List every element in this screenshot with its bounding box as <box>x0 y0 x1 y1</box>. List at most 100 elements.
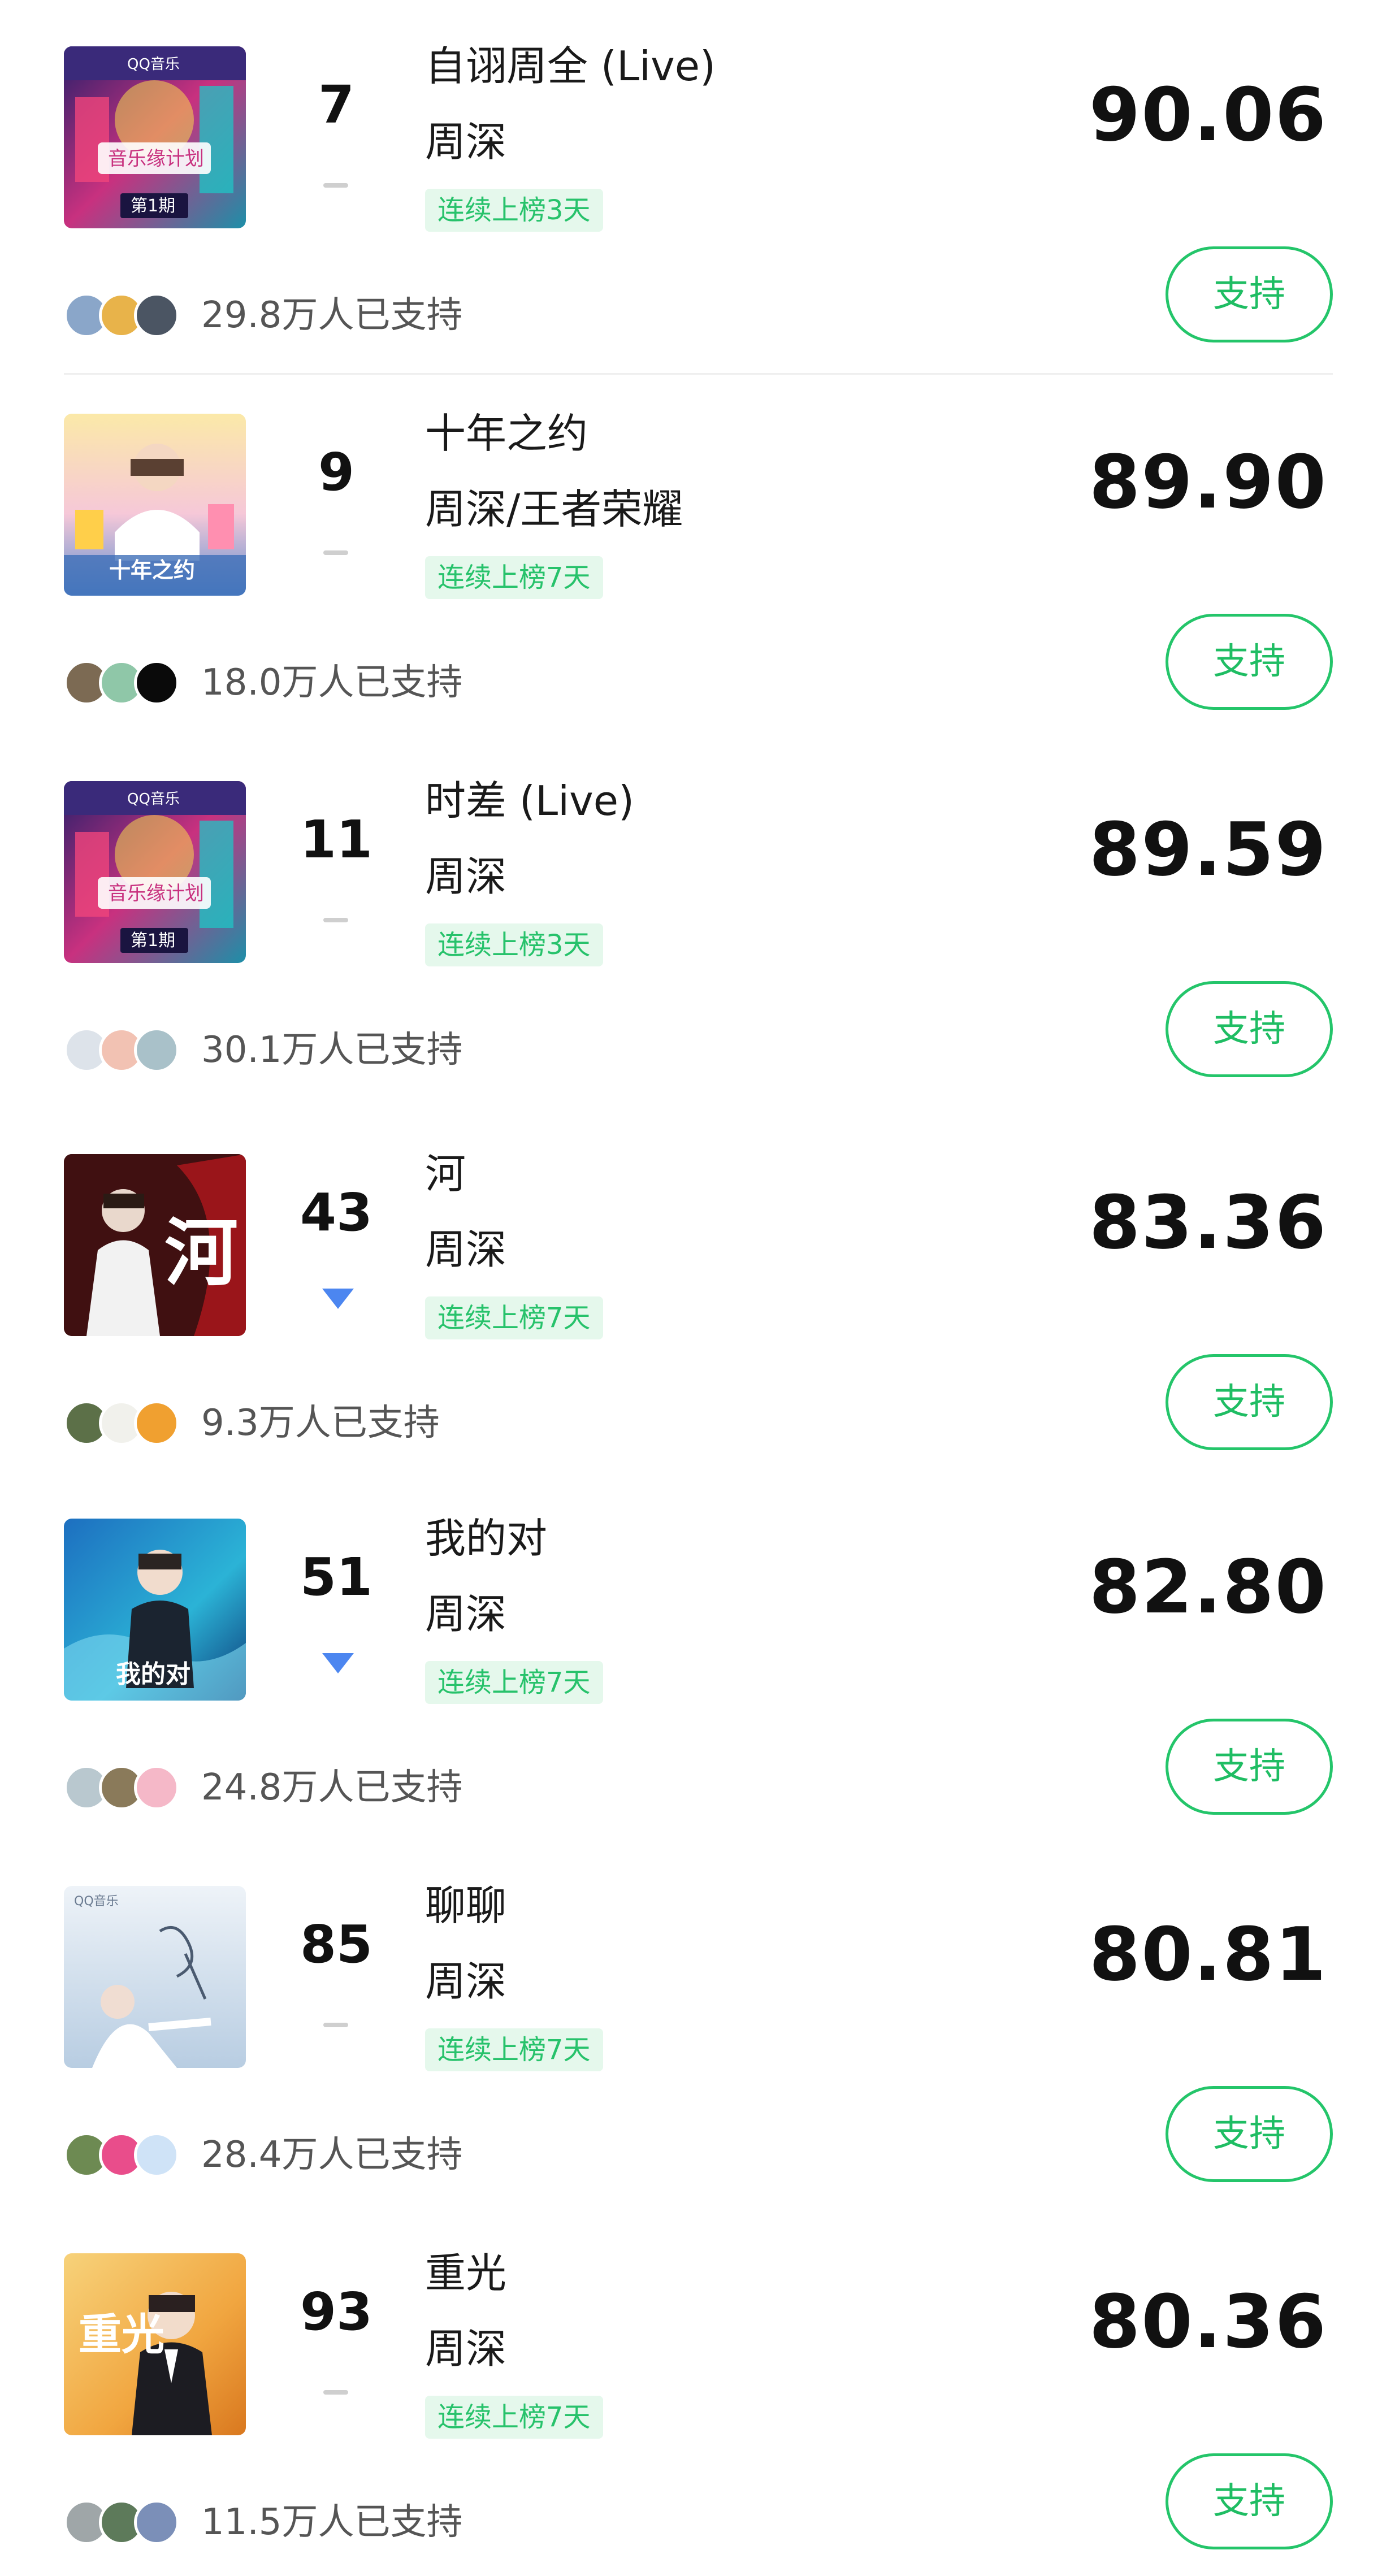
support-button[interactable]: 支持 <box>1166 614 1333 710</box>
supporter-count: 28.4万人已支持 <box>201 2134 463 2176</box>
golden-suit-portrait-cover-art: 重光 <box>64 2253 246 2435</box>
chart-streak-badge: 连续上榜7天 <box>425 1661 603 1704</box>
artist-name[interactable]: 周深/王者荣耀 <box>425 487 683 532</box>
supporter-avatars <box>64 1400 200 1446</box>
avatar <box>134 2132 179 2178</box>
song-title[interactable]: 十年之约 <box>425 411 588 456</box>
rank-number: 7 <box>318 75 354 135</box>
supporter-avatars <box>64 2500 200 2545</box>
score-value: 82.80 <box>1089 1544 1327 1630</box>
rank-number: 43 <box>300 1182 373 1243</box>
rank-unchanged-icon <box>322 2388 350 2405</box>
supporter-count: 24.8万人已支持 <box>201 1767 463 1809</box>
rank-number: 9 <box>318 442 354 502</box>
support-button[interactable]: 支持 <box>1166 246 1333 342</box>
song-title[interactable]: 聊聊 <box>425 1883 506 1928</box>
rank-unchanged-icon <box>322 548 350 565</box>
support-button[interactable]: 支持 <box>1166 1354 1333 1450</box>
chart-streak-badge: 连续上榜7天 <box>425 1296 603 1339</box>
cover-title-text: 音乐缘计划 <box>108 882 204 905</box>
song-title[interactable]: 河 <box>425 1151 466 1196</box>
song-entry[interactable]: QQ音乐 音乐缘计划 第1期 7 自诩周全 (Live) 周深 连续上榜3天 9… <box>0 0 1395 375</box>
song-entry[interactable]: 十年之约 9 十年之约 周深/王者荣耀 连续上榜7天 89.90 18.0万人已… <box>0 367 1395 735</box>
album-cover[interactable]: QQ音乐 <box>64 1886 246 2068</box>
variety-show-stage-cover-art: QQ音乐 音乐缘计划 第1期 <box>64 781 246 963</box>
supporter-count: 9.3万人已支持 <box>201 1402 440 1444</box>
score-value: 80.36 <box>1089 2279 1327 2365</box>
supporter-count: 29.8万人已支持 <box>201 294 463 336</box>
cover-logo-text: QQ音乐 <box>127 56 180 73</box>
artist-name[interactable]: 周深 <box>425 854 506 899</box>
ten-year-promise-cover-art: 十年之约 <box>64 414 246 596</box>
chart-streak-badge: 连续上榜7天 <box>425 2028 603 2071</box>
supporter-count: 11.5万人已支持 <box>201 2501 463 2543</box>
album-cover[interactable]: QQ音乐 音乐缘计划 第1期 <box>64 46 246 228</box>
song-chart-list: QQ音乐 音乐缘计划 第1期 7 自诩周全 (Live) 周深 连续上榜3天 9… <box>0 0 1395 2576</box>
song-title[interactable]: 重光 <box>425 2250 506 2296</box>
supporter-avatars <box>64 660 200 705</box>
avatar <box>134 1400 179 1446</box>
river-dark-red-cover-art: 河 <box>64 1154 246 1336</box>
album-cover[interactable]: 十年之约 <box>64 414 246 596</box>
rank-unchanged-icon <box>322 181 350 198</box>
avatar <box>134 1027 179 1073</box>
song-entry[interactable]: QQ音乐 85 聊聊 周深 连续上榜7天 80.81 28.4万人已支持 支持 <box>0 1840 1395 2207</box>
chart-streak-badge: 连续上榜3天 <box>425 923 603 966</box>
song-entry[interactable]: QQ音乐 音乐缘计划 第1期 11 时差 (Live) 周深 连续上榜3天 89… <box>0 735 1395 1102</box>
song-title[interactable]: 时差 (Live) <box>425 778 634 823</box>
album-cover[interactable]: 重光 <box>64 2253 246 2435</box>
artist-name[interactable]: 周深 <box>425 2326 506 2371</box>
rank-number: 51 <box>300 1547 373 1607</box>
artist-name[interactable]: 周深 <box>425 1591 506 1637</box>
artist-name[interactable]: 周深 <box>425 1227 506 1272</box>
album-cover[interactable]: 河 <box>64 1154 246 1336</box>
cover-title-text: 我的对 <box>116 1660 190 1689</box>
score-value: 80.81 <box>1089 1911 1327 1997</box>
rank-unchanged-icon <box>322 916 350 933</box>
support-button[interactable]: 支持 <box>1166 981 1333 1077</box>
song-entry[interactable]: 河 43 河 周深 连续上榜7天 83.36 9.3万人已支持 支持 <box>0 1108 1395 1475</box>
score-value: 89.59 <box>1089 806 1327 892</box>
cover-episode-text: 第1期 <box>131 196 175 216</box>
cover-title-text: 十年之约 <box>109 558 195 583</box>
support-button[interactable]: 支持 <box>1166 2453 1333 2549</box>
song-entry[interactable]: 重光 93 重光 周深 连续上榜7天 80.36 11.5万人已支持 支持 <box>0 2207 1395 2574</box>
cover-episode-text: 第1期 <box>131 931 175 951</box>
chart-streak-badge: 连续上榜3天 <box>425 189 603 232</box>
support-button[interactable]: 支持 <box>1166 1719 1333 1815</box>
rank-down-arrow-icon <box>322 1289 354 1309</box>
cover-logo-text: QQ音乐 <box>127 791 180 808</box>
rank-down-arrow-icon <box>322 1653 354 1673</box>
rank-number: 93 <box>300 2282 373 2342</box>
cover-title-text: 河 <box>164 1209 238 1296</box>
variety-show-stage-cover-art: QQ音乐 音乐缘计划 第1期 <box>64 46 246 228</box>
cover-title-text: 重光 <box>79 2309 164 2360</box>
song-title[interactable]: 自诩周全 (Live) <box>425 44 716 89</box>
supporter-avatars <box>64 1765 200 1810</box>
supporter-avatars <box>64 293 200 338</box>
avatar <box>134 660 179 705</box>
chart-streak-badge: 连续上榜7天 <box>425 556 603 599</box>
supporter-avatars <box>64 1027 200 1073</box>
supporter-count: 30.1万人已支持 <box>201 1029 463 1071</box>
support-button[interactable]: 支持 <box>1166 2086 1333 2182</box>
supporter-count: 18.0万人已支持 <box>201 662 463 704</box>
blue-water-portrait-cover-art: 我的对 <box>64 1519 246 1701</box>
rank-number: 11 <box>300 809 373 870</box>
avatar <box>134 1765 179 1810</box>
rank-unchanged-icon <box>322 2020 350 2037</box>
song-title[interactable]: 我的对 <box>425 1516 547 1561</box>
artist-name[interactable]: 周深 <box>425 1959 506 2004</box>
song-entry[interactable]: 我的对 51 我的对 周深 连续上榜7天 82.80 24.8万人已支持 支持 <box>0 1472 1395 1840</box>
cover-logo-text: QQ音乐 <box>74 1894 119 1909</box>
album-cover[interactable]: QQ音乐 音乐缘计划 第1期 <box>64 781 246 963</box>
score-value: 83.36 <box>1089 1179 1327 1265</box>
supporter-avatars <box>64 2132 200 2178</box>
album-cover[interactable]: 我的对 <box>64 1519 246 1701</box>
cover-title-text: 音乐缘计划 <box>108 148 204 170</box>
avatar <box>134 293 179 338</box>
rank-number: 85 <box>300 1914 373 1975</box>
avatar <box>134 2500 179 2545</box>
artist-name[interactable]: 周深 <box>425 119 506 164</box>
chart-streak-badge: 连续上榜7天 <box>425 2396 603 2439</box>
